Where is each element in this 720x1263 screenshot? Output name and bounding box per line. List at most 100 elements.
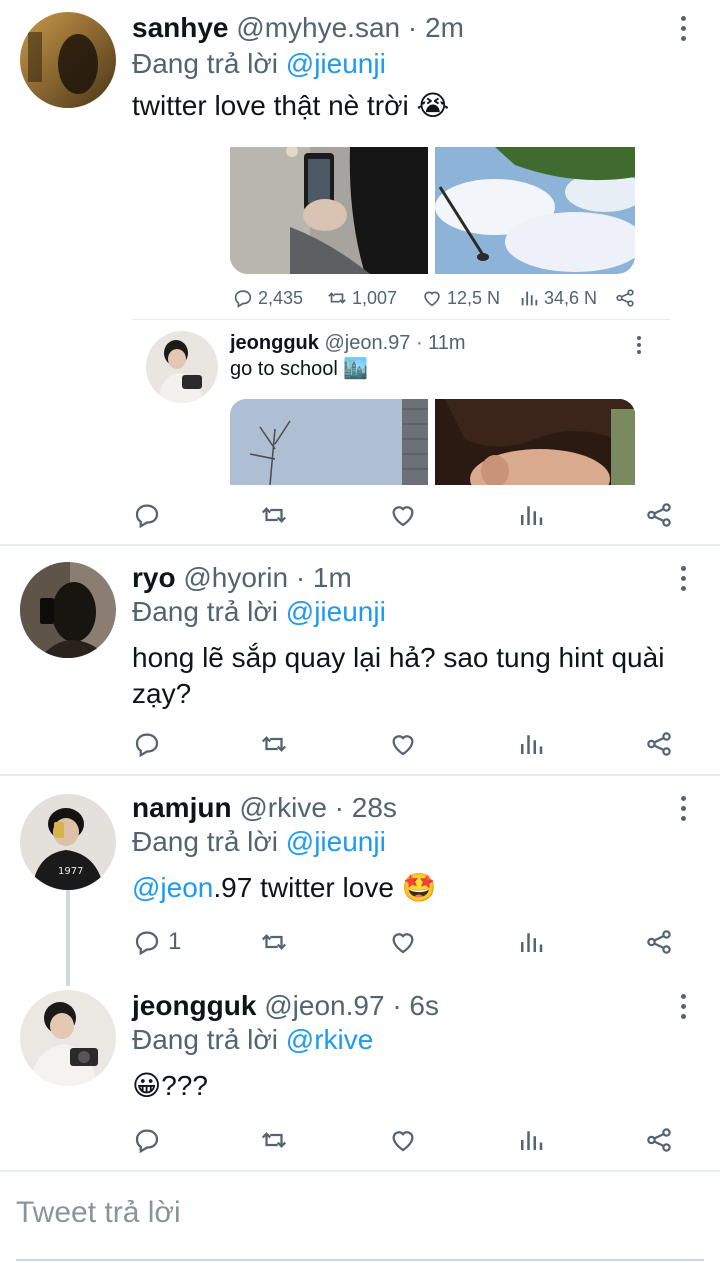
replying-to: Đang trả lời @jieunji <box>132 596 386 628</box>
retweet-icon <box>261 1132 287 1148</box>
views-icon <box>521 291 538 306</box>
tweet-text-line: zạy? <box>132 678 192 709</box>
tweet-text-body: .97 twitter love 🤩 <box>213 872 437 903</box>
avatar[interactable]: 1977 <box>20 794 116 890</box>
replying-to: Đang trả lời @jieunji <box>132 48 386 80</box>
like-count: 12,5 N <box>447 287 501 308</box>
share-button[interactable] <box>614 278 636 318</box>
views-button[interactable] <box>516 495 546 535</box>
views-count: 34,6 N <box>544 287 598 308</box>
media-image[interactable] <box>230 147 428 274</box>
more-icon[interactable] <box>634 336 644 356</box>
composer-underline <box>16 1259 704 1261</box>
user-handle[interactable]: @jeon.97 <box>264 990 384 1021</box>
tweet-namjun[interactable]: 1977 namjun @rkive · 28s Đang trả lời @j… <box>0 776 720 976</box>
reply-prefix: Đang trả lời <box>132 826 278 857</box>
like-icon <box>392 506 414 527</box>
like-button[interactable] <box>388 495 418 535</box>
reply-icon <box>135 1129 159 1154</box>
reply-count: 2,435 <box>258 287 304 308</box>
views-button[interactable] <box>516 1120 546 1160</box>
retweet-icon <box>261 934 287 950</box>
views-button[interactable]: 34,6 N <box>518 278 597 318</box>
like-button[interactable]: 12,5 N <box>421 278 500 318</box>
divider <box>0 1170 720 1172</box>
share-button[interactable] <box>644 495 674 535</box>
display-name[interactable]: ryo <box>132 562 176 593</box>
reply-mention[interactable]: @jieunji <box>286 596 386 627</box>
retweet-button[interactable]: 1,007 <box>326 278 397 318</box>
display-name[interactable]: sanhye <box>132 12 229 43</box>
retweet-button[interactable] <box>259 922 289 962</box>
share-icon <box>647 930 671 954</box>
retweet-icon <box>261 507 287 523</box>
share-icon <box>647 732 671 756</box>
share-button[interactable] <box>644 1120 674 1160</box>
views-button[interactable] <box>516 724 546 764</box>
tweet-text: hong lẽ sắp quay lại hả? sao tung hint q… <box>132 640 712 712</box>
avatar[interactable] <box>20 990 116 1086</box>
reply-button[interactable]: 1 <box>132 922 181 962</box>
reply-prefix: Đang trả lời <box>132 48 278 79</box>
like-button[interactable] <box>388 922 418 962</box>
display-name[interactable]: namjun <box>132 792 232 823</box>
like-icon <box>424 291 440 307</box>
reply-button[interactable]: 2,435 <box>232 278 303 318</box>
user-handle[interactable]: @hyorin <box>183 562 288 593</box>
reply-mention[interactable]: @jieunji <box>286 826 386 857</box>
user-handle[interactable]: @myhye.san <box>236 12 400 43</box>
share-icon <box>616 289 634 307</box>
svg-text:1977: 1977 <box>58 866 83 877</box>
retweet-button[interactable] <box>259 724 289 764</box>
avatar[interactable] <box>20 12 116 108</box>
reply-prefix: Đang trả lời <box>132 1024 278 1055</box>
avatar[interactable] <box>20 562 116 658</box>
retweet-button[interactable] <box>259 1120 289 1160</box>
share-icon <box>647 1128 671 1152</box>
tweet-sanhye[interactable]: sanhye @myhye.san · 2m Đang trả lời @jie… <box>0 0 720 545</box>
like-button[interactable] <box>388 724 418 764</box>
tweet-ryo[interactable]: ryo @hyorin · 1m Đang trả lời @jieunji h… <box>0 546 720 774</box>
reply-icon <box>135 733 159 758</box>
user-handle[interactable]: @jeon.97 <box>324 332 410 354</box>
share-button[interactable] <box>644 724 674 764</box>
retweet-button[interactable] <box>259 495 289 535</box>
replying-to: Đang trả lời @rkive <box>132 1024 373 1056</box>
timestamp: · 6s <box>392 990 439 1021</box>
share-button[interactable] <box>644 922 674 962</box>
views-button[interactable] <box>516 922 546 962</box>
views-icon <box>521 735 543 754</box>
media-image[interactable] <box>230 399 428 485</box>
tweet-jeongguk[interactable]: jeongguk @jeon.97 · 6s Đang trả lời @rki… <box>0 976 720 1170</box>
replying-to: Đang trả lời @jieunji <box>132 826 386 858</box>
avatar[interactable] <box>146 331 218 403</box>
display-name[interactable]: jeongguk <box>132 990 256 1021</box>
reply-mention[interactable]: @jieunji <box>286 48 386 79</box>
media-image[interactable] <box>435 399 635 485</box>
text-mention[interactable]: @jeon <box>132 872 213 903</box>
more-icon[interactable] <box>678 16 688 44</box>
reply-icon <box>135 931 159 956</box>
more-icon[interactable] <box>678 796 688 824</box>
reply-icon <box>135 504 159 529</box>
like-icon <box>392 1131 414 1152</box>
divider <box>132 319 670 320</box>
display-name[interactable]: jeongguk <box>230 332 319 354</box>
reply-button[interactable] <box>132 1120 162 1160</box>
reply-button[interactable] <box>132 724 162 764</box>
reply-composer-input[interactable]: Tweet trả lời <box>16 1196 181 1230</box>
reply-icon <box>234 290 252 308</box>
user-handle[interactable]: @rkive <box>239 792 327 823</box>
timestamp: · 28s <box>334 792 397 823</box>
reply-button[interactable] <box>132 495 162 535</box>
tweet-text-line: hong lẽ sắp quay lại hả? sao tung hint q… <box>132 642 665 673</box>
reply-mention[interactable]: @rkive <box>286 1024 374 1055</box>
like-button[interactable] <box>388 1120 418 1160</box>
more-icon[interactable] <box>678 566 688 594</box>
media-image[interactable] <box>435 147 635 274</box>
views-icon <box>521 506 543 525</box>
views-icon <box>521 1131 543 1150</box>
timestamp: · 11m <box>415 332 466 354</box>
more-icon[interactable] <box>678 994 688 1022</box>
retweet-icon <box>261 736 287 752</box>
